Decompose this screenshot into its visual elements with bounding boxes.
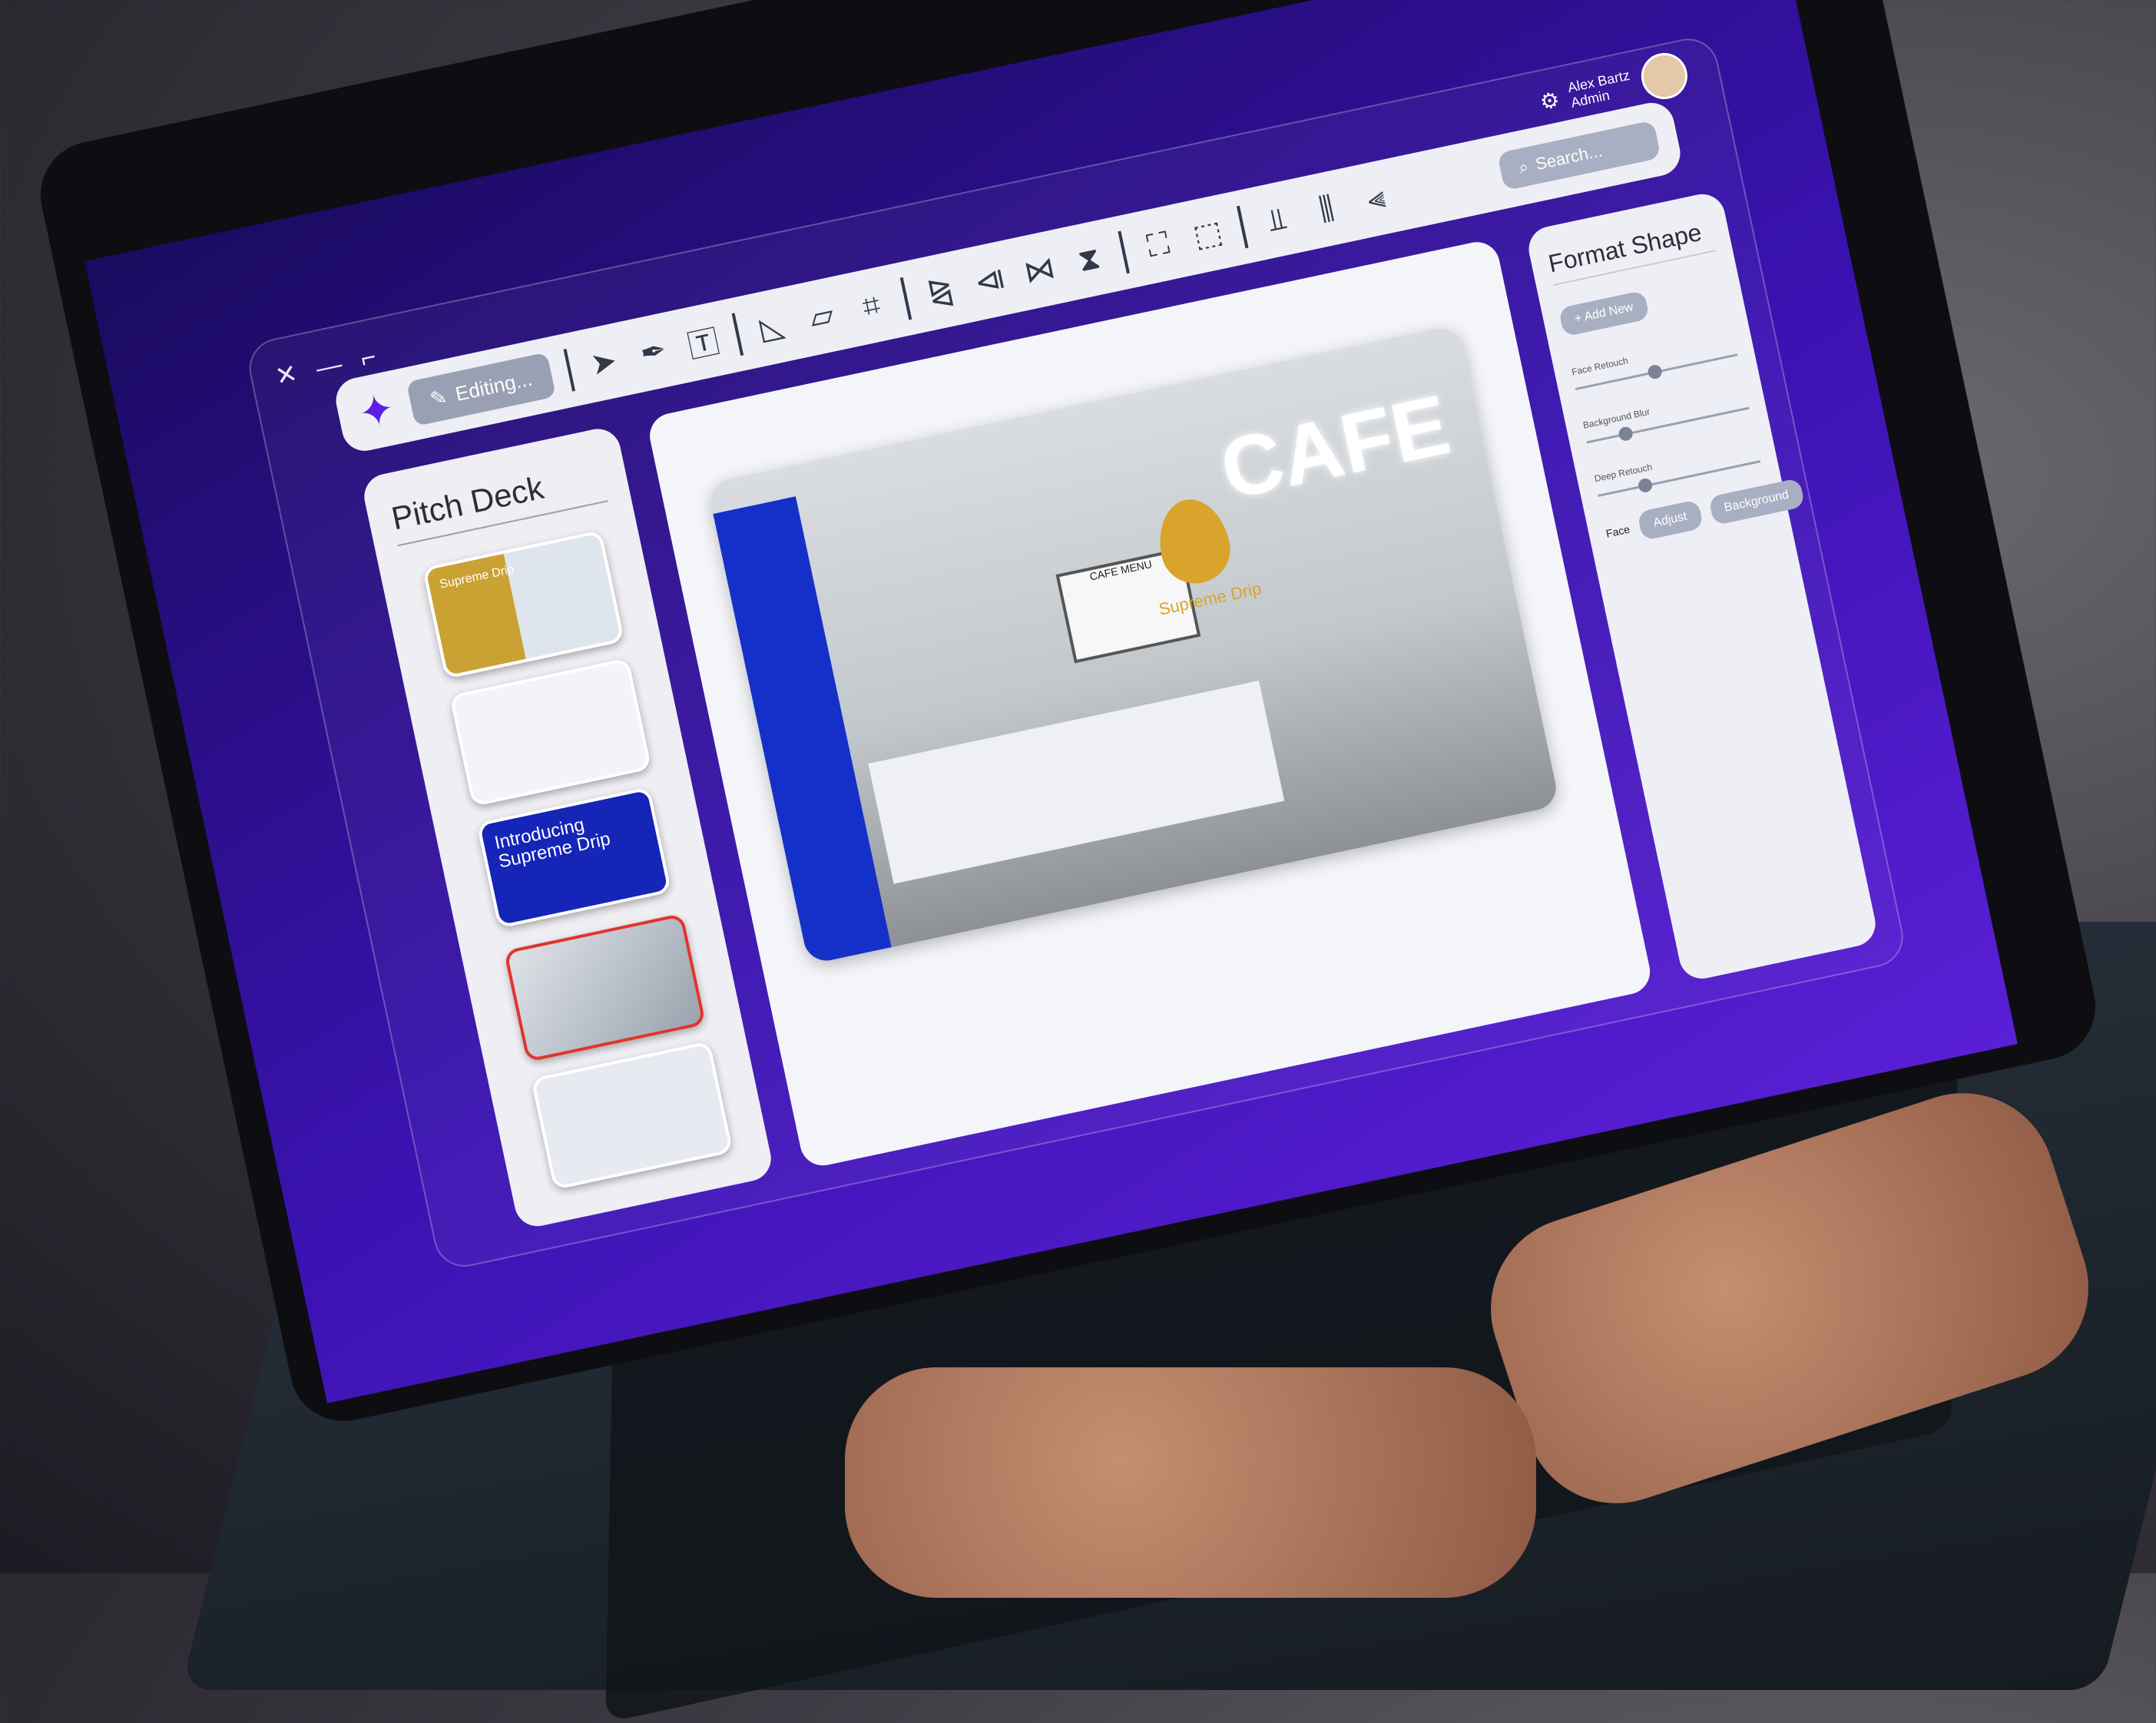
slide-thumbnail-5[interactable] [531,1040,734,1191]
deep-retouch-slider[interactable]: Deep Retouch [1593,439,1761,497]
align-bottom-icon[interactable]: ⫫ [1257,199,1297,240]
skew-icon[interactable]: ◺ [752,306,793,348]
pen-icon[interactable]: ✒ [633,332,674,373]
search-placeholder: Search... [1533,141,1605,174]
blue-wall [713,496,892,965]
slide-thumbnail-3[interactable]: Introducing Supreme Drip [476,787,672,929]
toolbar-divider [563,349,575,392]
gear-icon[interactable]: ⚙ [1538,86,1562,114]
flip-vertical-icon[interactable]: ⧏ [970,260,1011,301]
background-blur-slider[interactable]: Background Blur [1581,386,1750,444]
slider-knob[interactable] [1618,426,1634,442]
slide-canvas[interactable]: CAFE MENU Supreme Drip CAFE [645,237,1654,1170]
text-tool-icon[interactable]: 🅃 [682,316,724,367]
editing-label: Editing... [453,366,535,406]
search-input[interactable]: ⌕ Search... [1496,120,1661,191]
slide1-text: Supreme Drip [438,562,516,591]
align-left-icon[interactable]: ⫷ [1356,178,1396,219]
toolbar-divider [1236,205,1249,249]
slide-thumbnail-1[interactable]: Supreme Drip [422,529,625,680]
toolbar-divider [731,313,744,356]
app-window: ✕ — ⌐ ⚙ Alex Bartz Admin ✦ ✎ Editing... … [243,33,1909,1273]
cube-icon[interactable]: ⬚ [1187,214,1228,255]
slide-thumbnail-2[interactable] [449,658,652,807]
hourglass-icon[interactable]: ⧗ [1069,239,1109,280]
slider-label: Background Blur [1581,406,1651,431]
avatar[interactable] [1637,48,1692,104]
slider-label: Face Retouch [1570,355,1629,378]
search-icon: ⌕ [1516,156,1531,177]
face-label: Face [1605,522,1631,540]
sparkle-icon[interactable]: ✦ [354,383,400,439]
toolbar-divider [1118,230,1130,274]
toolbar-divider [899,277,912,320]
pointer-icon[interactable]: ➤ [584,342,624,383]
mirror-icon[interactable]: ⋈ [1019,250,1060,291]
slide-thumbnail-4-selected[interactable] [503,913,707,1062]
slider-knob[interactable] [1637,477,1654,494]
cafe-counter [868,681,1285,884]
cafe-interior-image[interactable]: CAFE MENU Supreme Drip CAFE [706,324,1561,965]
left-hand [845,1367,1536,1598]
face-retouch-slider[interactable]: Face Retouch [1570,333,1738,391]
cafe-neon-sign: CAFE [1212,376,1458,518]
slide3-text: Introducing Supreme Drip [492,814,613,873]
editing-button[interactable]: ✎ Editing... [406,352,556,426]
pencil-icon: ✎ [428,384,449,411]
format-title: Format Shape [1545,216,1716,287]
flip-horizontal-icon[interactable]: ⧎ [920,270,961,312]
deck-title: Pitch Deck [388,456,608,547]
align-center-icon[interactable]: ⫼ [1307,189,1346,230]
crop-icon[interactable]: ⌗ [851,286,891,326]
transform-icon[interactable]: ⛶ [1138,224,1178,265]
distort-icon[interactable]: ▱ [802,296,843,337]
background-button[interactable]: Background [1707,478,1806,526]
add-new-button[interactable]: + Add New [1558,290,1650,337]
slider-knob[interactable] [1647,363,1664,380]
adjust-button[interactable]: Adjust [1637,499,1704,542]
